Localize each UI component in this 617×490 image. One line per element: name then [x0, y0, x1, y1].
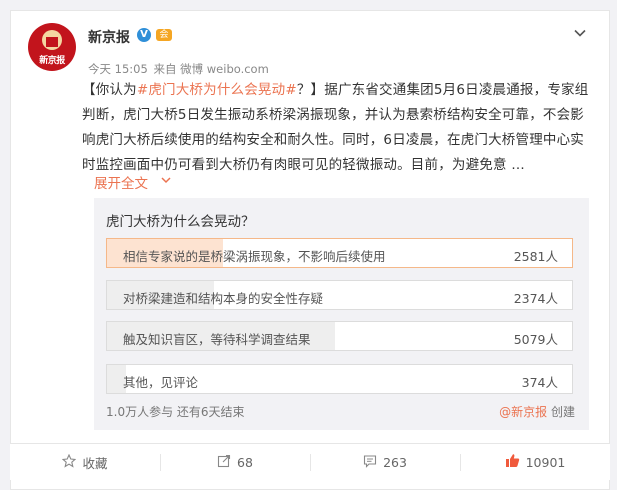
repost-count: 68: [237, 455, 253, 470]
poll-footer: 1.0万人参与 还有6天结束: [106, 405, 245, 419]
expand-full-text-link[interactable]: 展开全文: [94, 172, 148, 192]
poll-title: 虎门大桥为什么会晃动？: [106, 214, 255, 230]
post-open-bracket: 【你认为: [82, 82, 137, 98]
poll-option[interactable]: 其他，见评论 374人: [106, 364, 573, 394]
poll-option[interactable]: 相信专家说的是桥梁涡振现象，不影响后续使用 2581人: [106, 238, 573, 268]
post-time[interactable]: 今天 15:05: [88, 62, 148, 76]
repost-button[interactable]: 68: [160, 444, 310, 481]
expand-chevron-icon[interactable]: [160, 174, 172, 189]
star-icon: [62, 453, 77, 472]
avatar-text: 新京报: [39, 56, 65, 66]
favorite-button[interactable]: 收藏: [10, 444, 160, 481]
comment-button[interactable]: 263: [310, 444, 460, 481]
hashtag-link[interactable]: #虎门大桥为什么会晃动#: [137, 82, 297, 98]
verified-icon: V: [137, 28, 151, 42]
avatar[interactable]: 新京报: [28, 23, 76, 71]
post-meta: 今天 15:05 来自 微博 weibo.com: [88, 61, 271, 77]
post-source[interactable]: 来自 微博 weibo.com: [153, 62, 268, 76]
poll-option-count: 2581人: [513, 249, 558, 264]
poll-option-label: 相信专家说的是桥梁涡振现象，不影响后续使用: [123, 249, 386, 264]
member-badge-icon: 会: [156, 29, 172, 41]
post-content: 【你认为#虎门大桥为什么会晃动#？】据广东省交通集团5月6日凌晨通报，专家组判断…: [82, 78, 592, 178]
poll-option[interactable]: 对桥梁建造和结构本身的安全性存疑 2374人: [106, 280, 573, 310]
poll-option-label: 触及知识盲区，等待科学调查结果: [123, 332, 311, 347]
poll-creator-link[interactable]: @新京报: [499, 405, 547, 419]
poll-creator-suffix: 创建: [547, 405, 575, 419]
poll-card: 虎门大桥为什么会晃动？ 相信专家说的是桥梁涡振现象，不影响后续使用 2581人 …: [94, 198, 589, 430]
like-count: 10901: [525, 455, 566, 470]
poll-option[interactable]: 触及知识盲区，等待科学调查结果 5079人: [106, 321, 573, 351]
chevron-down-icon[interactable]: [573, 26, 587, 40]
poll-option-count: 374人: [521, 375, 558, 390]
comment-count: 263: [383, 455, 407, 470]
account-name[interactable]: 新京报: [88, 27, 130, 47]
thumbs-up-icon: [505, 453, 520, 472]
poll-option-count: 5079人: [513, 332, 558, 347]
avatar-gate-graphic: [46, 37, 58, 47]
poll-option-label: 对桥梁建造和结构本身的安全性存疑: [123, 291, 324, 306]
repost-icon: [217, 454, 231, 472]
like-button[interactable]: 10901: [460, 444, 610, 481]
comment-icon: [363, 454, 377, 472]
poll-option-count: 2374人: [513, 291, 558, 306]
poll-option-label: 其他，见评论: [123, 375, 199, 390]
action-bar: 收藏 68 263 10901: [10, 443, 610, 480]
poll-creator: @新京报 创建: [499, 403, 575, 420]
favorite-label: 收藏: [82, 456, 108, 471]
